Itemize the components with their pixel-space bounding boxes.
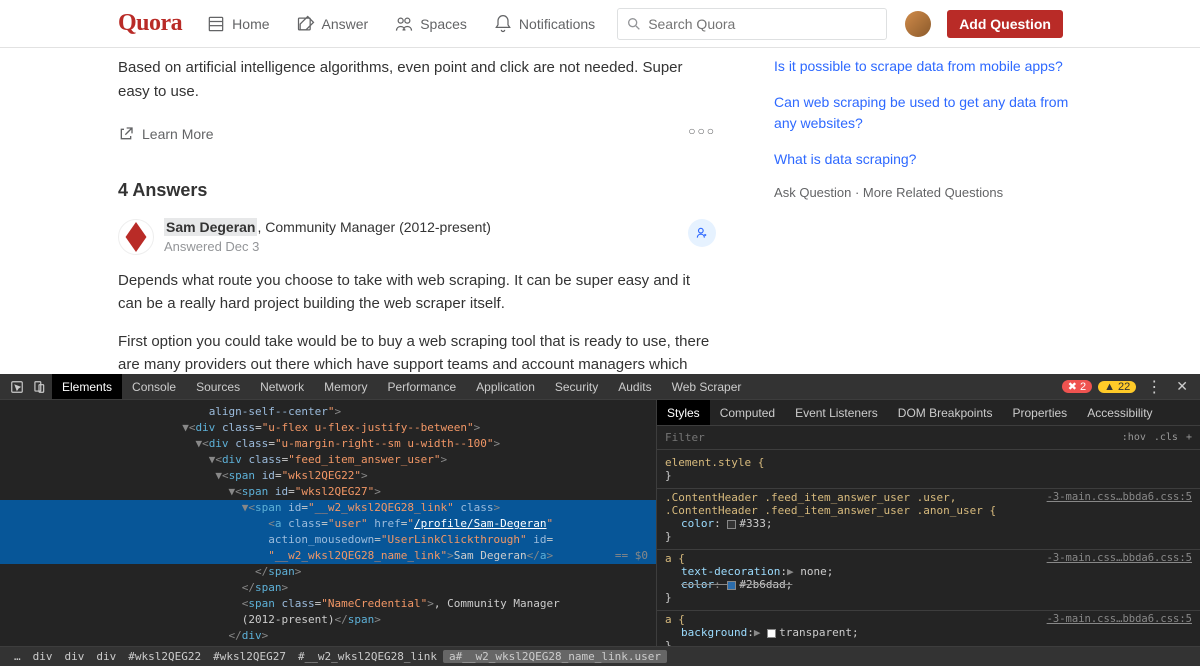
crumb-3[interactable]: div	[90, 650, 122, 663]
stab-listeners[interactable]: Event Listeners	[785, 400, 888, 425]
sidebar: Is it possible to scrape data from mobil…	[774, 56, 1082, 374]
promo-text: Based on artificial intelligence algorit…	[118, 56, 716, 104]
answers-count: 4 Answers	[118, 180, 716, 201]
styles-filter-input[interactable]	[665, 431, 1122, 444]
answer-p1: Depends what route you choose to take wi…	[118, 269, 716, 316]
answer-header: Sam Degeran, Community Manager (2012-pre…	[164, 219, 678, 255]
nav-notifications-label: Notifications	[519, 16, 595, 32]
error-count[interactable]: ✖ 2	[1062, 380, 1092, 393]
crumb-6[interactable]: #__w2_wksl2QEG28_link	[292, 650, 443, 663]
avatar[interactable]	[905, 11, 931, 37]
styles-tabs: Styles Computed Event Listeners DOM Brea…	[657, 400, 1200, 426]
tab-memory[interactable]: Memory	[314, 374, 377, 399]
stab-breakpoints[interactable]: DOM Breakpoints	[888, 400, 1003, 425]
answer-credential: , Community Manager (2012-present)	[257, 219, 490, 235]
tab-audits[interactable]: Audits	[608, 374, 661, 399]
external-link-icon	[118, 126, 134, 142]
related-q1[interactable]: Is it possible to scrape data from mobil…	[774, 56, 1082, 76]
nav-home[interactable]: Home	[206, 14, 269, 34]
search-box[interactable]	[617, 8, 887, 40]
related-q2[interactable]: Can web scraping be used to get any data…	[774, 92, 1082, 133]
rule-element-style[interactable]: element.style { }	[657, 454, 1200, 489]
stab-computed[interactable]: Computed	[710, 400, 785, 425]
hov-toggle[interactable]: :hov	[1122, 432, 1146, 443]
nav-spaces[interactable]: Spaces	[394, 14, 467, 34]
more-options-icon[interactable]: ○○○	[688, 124, 716, 138]
tab-application[interactable]: Application	[466, 374, 545, 399]
answer-user-link[interactable]: Sam Degeran	[164, 218, 257, 236]
crumb-2[interactable]: div	[59, 650, 91, 663]
sidebar-footer[interactable]: Ask Question · More Related Questions	[774, 185, 1082, 200]
answer-date: Answered Dec 3	[164, 239, 678, 254]
answer-block: Sam Degeran, Community Manager (2012-pre…	[118, 219, 716, 255]
nav-answer[interactable]: Answer	[296, 14, 369, 34]
bell-icon	[493, 14, 513, 34]
answer-avatar[interactable]	[118, 219, 154, 255]
tab-elements[interactable]: Elements	[52, 374, 122, 399]
nav-spaces-label: Spaces	[420, 16, 467, 32]
rule-user-color[interactable]: -3-main.css…bbda6.css:5 .ContentHeader .…	[657, 489, 1200, 550]
crumb-1[interactable]: div	[27, 650, 59, 663]
dom-tree[interactable]: align-self--center"> ▼<div class="u-flex…	[0, 400, 656, 646]
primary-nav: Home Answer Spaces Notifications	[206, 14, 595, 34]
related-q3[interactable]: What is data scraping?	[774, 149, 1082, 169]
answer-p2: First option you could take would be to …	[118, 330, 716, 375]
nav-answer-label: Answer	[322, 16, 369, 32]
devtools-menu-icon[interactable]: ⋮	[1142, 377, 1166, 397]
quora-logo[interactable]: Quora	[118, 10, 182, 37]
rule-a-deco[interactable]: -3-main.css…bbda6.css:5 a { text-decorat…	[657, 550, 1200, 611]
rule-a-bg[interactable]: -3-main.css…bbda6.css:5 a { background:▶…	[657, 611, 1200, 646]
add-rule-button[interactable]: +	[1186, 432, 1192, 443]
header-bar: Quora Home Answer Spaces Notifications A…	[0, 0, 1200, 48]
crumb-4[interactable]: #wksl2QEG22	[122, 650, 207, 663]
styles-filter-bar: :hov .cls +	[657, 426, 1200, 450]
crumb-7[interactable]: a#__w2_wksl2QEG28_name_link.user	[443, 650, 667, 663]
learn-more-link[interactable]: Learn More	[118, 126, 716, 142]
devtools-tabs: Elements Console Sources Network Memory …	[0, 374, 1200, 400]
dom-breadcrumb[interactable]: … div div div #wksl2QEG22 #wksl2QEG27 #_…	[0, 646, 1200, 666]
cls-toggle[interactable]: .cls	[1154, 432, 1178, 443]
answer-badge-icon[interactable]	[688, 219, 716, 247]
main-column: Based on artificial intelligence algorit…	[118, 56, 716, 374]
crumb-5[interactable]: #wksl2QEG27	[207, 650, 292, 663]
styles-pane: Styles Computed Event Listeners DOM Brea…	[656, 400, 1200, 646]
styles-rules[interactable]: element.style { } -3-main.css…bbda6.css:…	[657, 450, 1200, 646]
tab-performance[interactable]: Performance	[377, 374, 466, 399]
content-area: Based on artificial intelligence algorit…	[0, 48, 1200, 374]
devtools-panel: Elements Console Sources Network Memory …	[0, 374, 1200, 666]
crumb-0[interactable]: …	[8, 650, 27, 663]
search-icon	[626, 16, 642, 32]
stab-accessibility[interactable]: Accessibility	[1077, 400, 1162, 425]
learn-more-label: Learn More	[142, 126, 214, 142]
device-icon[interactable]	[30, 378, 48, 396]
pencil-icon	[296, 14, 316, 34]
tab-console[interactable]: Console	[122, 374, 186, 399]
tab-security[interactable]: Security	[545, 374, 608, 399]
nav-notifications[interactable]: Notifications	[493, 14, 595, 34]
stab-styles[interactable]: Styles	[657, 400, 710, 425]
nav-home-label: Home	[232, 16, 269, 32]
tab-network[interactable]: Network	[250, 374, 314, 399]
people-icon	[394, 14, 414, 34]
answer-body: Depends what route you choose to take wi…	[118, 269, 716, 374]
add-question-button[interactable]: Add Question	[947, 10, 1063, 38]
search-input[interactable]	[648, 16, 878, 32]
inspect-icon[interactable]	[8, 378, 26, 396]
tab-webscraper[interactable]: Web Scraper	[662, 374, 752, 399]
warning-count[interactable]: ▲ 22	[1098, 381, 1136, 393]
home-icon	[206, 14, 226, 34]
devtools-close-icon[interactable]: ✕	[1172, 378, 1192, 395]
tab-sources[interactable]: Sources	[186, 374, 250, 399]
stab-properties[interactable]: Properties	[1002, 400, 1077, 425]
